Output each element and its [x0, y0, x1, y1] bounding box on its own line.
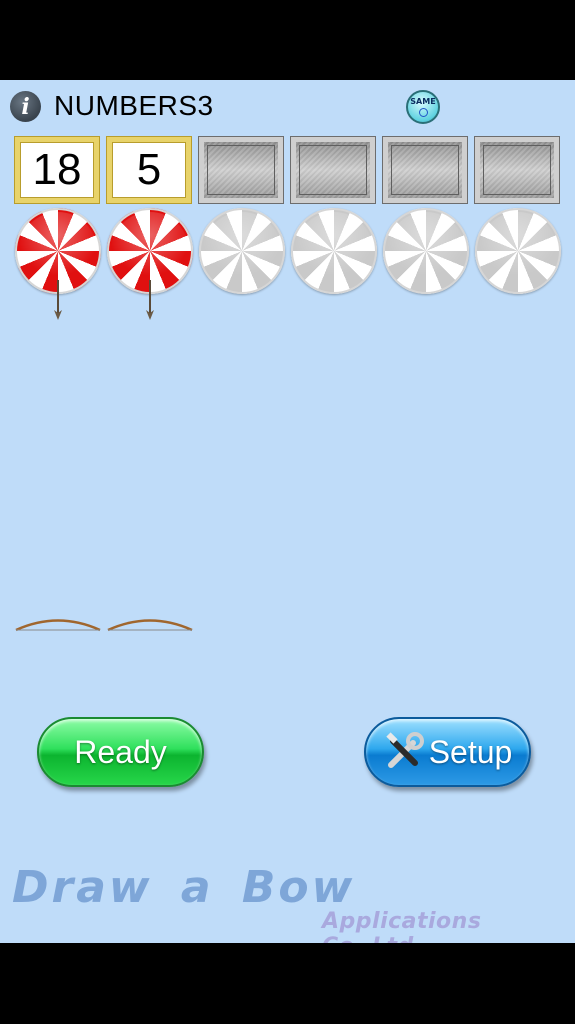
number-box-value: 5	[136, 145, 162, 194]
same-badge[interactable]: SAME	[406, 90, 440, 124]
number-box-6	[475, 137, 559, 203]
target-4	[291, 208, 377, 294]
ready-button[interactable]: Ready	[37, 717, 204, 787]
tools-icon	[386, 732, 424, 768]
target-3	[199, 208, 285, 294]
number-box-2: 5	[107, 137, 191, 203]
circle-icon	[418, 108, 428, 117]
arrow-icon	[54, 280, 62, 320]
info-icon[interactable]: i	[10, 91, 41, 122]
number-box-4	[291, 137, 375, 203]
game-screen: i NUMBERS3 SAME 18 5 Ready Setup Draw a …	[0, 80, 575, 959]
number-box-1: 18	[15, 137, 99, 203]
bow-icon	[107, 619, 193, 632]
setup-button-label: Setup	[428, 733, 513, 770]
game-title: NUMBERS3	[54, 90, 214, 121]
targets-row	[15, 208, 561, 320]
bow-icon	[15, 619, 101, 632]
number-box-3	[199, 137, 283, 203]
ready-button-label: Ready	[74, 733, 167, 770]
arrow-icon	[146, 280, 154, 320]
setup-button[interactable]: Setup	[364, 717, 531, 787]
target-5	[383, 208, 469, 294]
target-6	[475, 208, 561, 294]
number-boxes: 18 5	[15, 137, 560, 203]
number-box-value: 18	[32, 145, 82, 194]
number-box-5	[383, 137, 467, 203]
app-brand: Draw a Bow	[12, 862, 356, 913]
bottom-bar	[0, 943, 575, 1024]
status-bar	[0, 0, 575, 80]
same-badge-label: SAME	[410, 97, 436, 106]
